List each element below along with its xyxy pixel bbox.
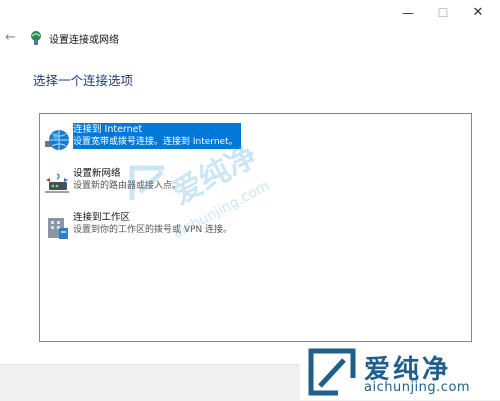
option-description: 设置宽带或拨号连接。连接到 Internet。 — [73, 137, 238, 147]
globe-icon — [43, 126, 71, 154]
option-description: 设置新的路由器或接入点。 — [73, 181, 182, 191]
option-connect-workplace[interactable]: 连接到工作区 设置到你的工作区的拨号或 VPN 连接。 — [40, 210, 340, 244]
option-connect-internet[interactable]: 连接到 Internet 设置宽带或拨号连接。连接到 Internet。 — [40, 122, 340, 156]
watermark-url: aichunjing.com — [364, 380, 471, 395]
router-icon — [43, 170, 71, 198]
option-text: 设置新网络 设置新的路由器或接入点。 — [73, 167, 181, 193]
back-button[interactable]: ← — [5, 30, 21, 46]
close-button[interactable]: ✕ — [463, 4, 493, 22]
network-setup-icon — [28, 30, 44, 46]
option-title: 连接到 Internet — [73, 124, 143, 135]
option-text: 连接到工作区 设置到你的工作区的拨号或 VPN 连接。 — [73, 211, 232, 237]
watermark-logo-icon — [308, 348, 356, 396]
page-heading: 选择一个连接选项 — [33, 73, 134, 88]
option-setup-new-network[interactable]: 设置新网络 设置新的路由器或接入点。 — [40, 166, 340, 200]
workplace-icon — [43, 214, 71, 242]
option-title: 设置新网络 — [73, 168, 121, 179]
maximize-button[interactable]: ☐ — [428, 4, 458, 22]
watermark-badge: 爱纯净 aichunjing.com — [300, 344, 500, 400]
connection-options-list: 连接到 Internet 设置宽带或拨号连接。连接到 Internet。 设置新… — [39, 113, 472, 342]
option-title: 连接到工作区 — [73, 212, 131, 223]
window-title: 设置连接或网络 — [49, 35, 119, 46]
option-description: 设置到你的工作区的拨号或 VPN 连接。 — [73, 225, 233, 235]
minimize-button[interactable]: — — [393, 4, 423, 22]
option-text: 连接到 Internet 设置宽带或拨号连接。连接到 Internet。 — [73, 123, 241, 149]
